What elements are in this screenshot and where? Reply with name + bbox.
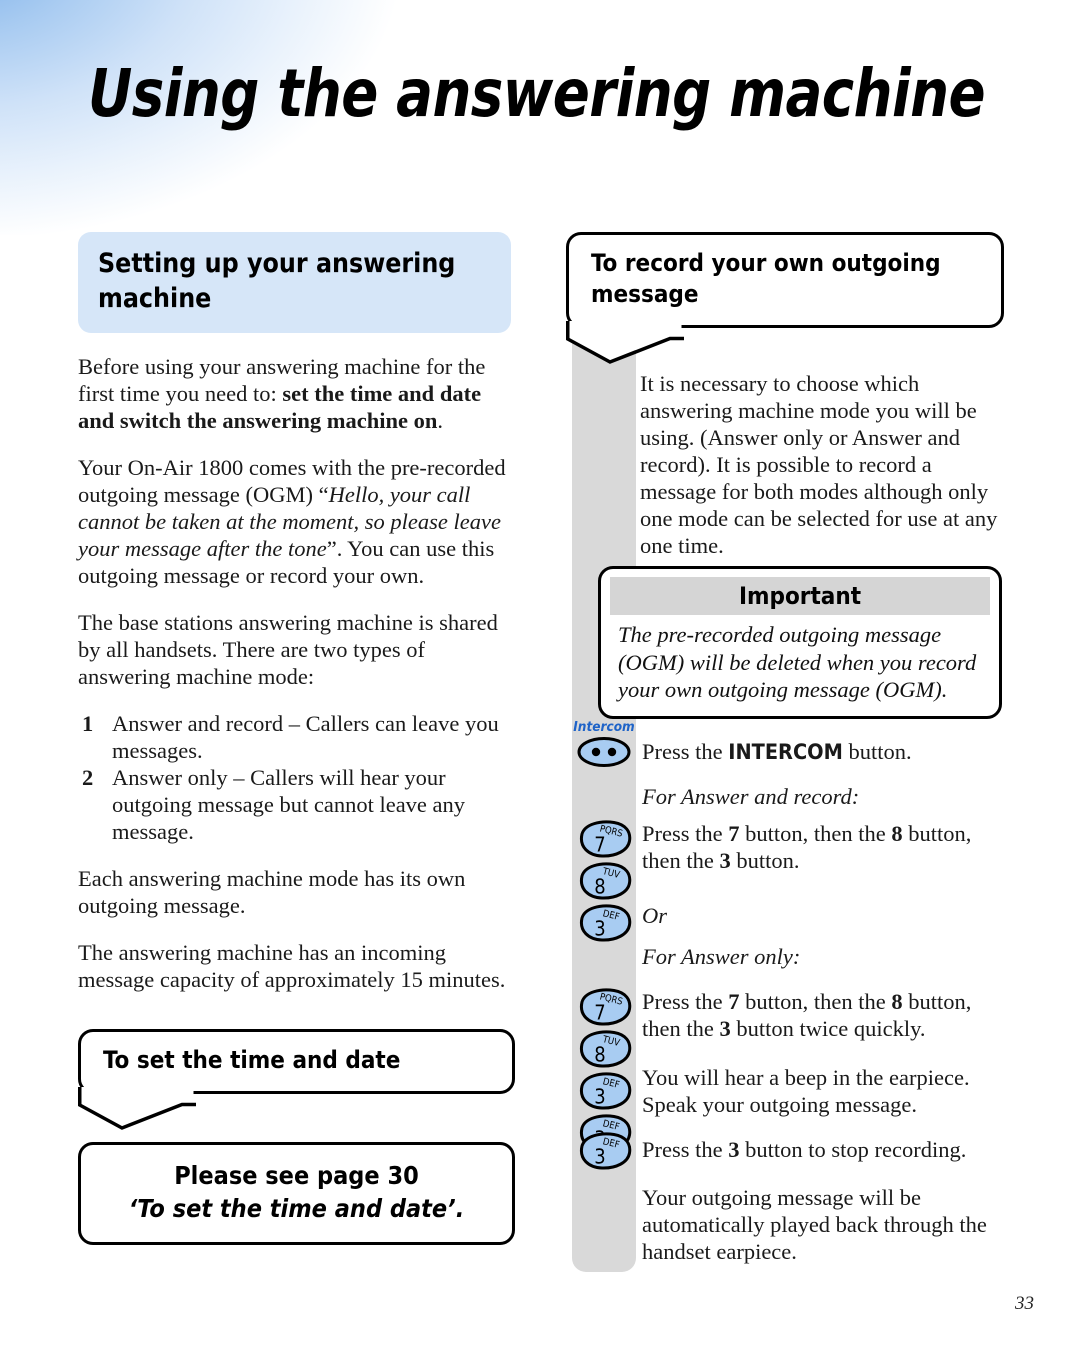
- text-plain: .: [437, 408, 444, 433]
- step-row: Intercom Press the INTERCOM button.: [566, 718, 1006, 777]
- list-item-number: 1: [82, 711, 94, 736]
- key-column: [566, 783, 642, 785]
- step-text: Press the INTERCOM button.: [642, 718, 1006, 766]
- text-plain: Press the: [642, 739, 729, 764]
- left-column: Setting up your answering machine Before…: [77, 232, 515, 1245]
- callout-tail: [77, 1081, 196, 1131]
- step-text: Press the 7 button, then the 8 button, t…: [642, 818, 1006, 874]
- text-key-3: 3: [728, 1137, 740, 1162]
- list-item-label: Answer and record – Callers can leave yo…: [112, 711, 499, 763]
- step-text-or: Or: [642, 903, 668, 928]
- text-plain: button twice quickly.: [730, 1016, 926, 1041]
- answering-mode-list: 1 Answer and record – Callers can leave …: [78, 710, 515, 845]
- step-row: For Answer and record:: [566, 783, 1006, 810]
- paragraph-on-air-1800: Your On-Air 1800 comes with the pre-reco…: [78, 454, 515, 589]
- see-page-box: Please see page 30 ‘To set the time and …: [78, 1142, 515, 1245]
- right-column: To record your own outgoing message It i…: [565, 232, 1006, 559]
- callout-tail: [565, 315, 684, 365]
- keypad-key-8[interactable]: TUV 8: [576, 862, 632, 900]
- text-plain: Press the: [642, 821, 729, 846]
- callout-label: To record your own outgoing message: [591, 249, 941, 308]
- text-key-3: 3: [719, 848, 731, 873]
- step-text-beep: You will hear a beep in the earpiece. Sp…: [642, 1065, 970, 1117]
- step-text: Press the 7 button, then the 8 button, t…: [642, 986, 1006, 1042]
- list-item: 2 Answer only – Callers will hear your o…: [78, 764, 515, 845]
- key-digit: 8: [594, 1043, 605, 1067]
- step-text-playback: Your outgoing message will be automatica…: [642, 1185, 987, 1264]
- key-column: [566, 902, 642, 904]
- key-digit: 7: [594, 833, 605, 857]
- keypad-key-7[interactable]: PQRS 7: [576, 988, 632, 1026]
- step-row: Your outgoing message will be automatica…: [566, 1184, 1006, 1265]
- keypad-key-8[interactable]: TUV 8: [576, 1030, 632, 1068]
- key-column: [566, 1184, 642, 1186]
- step-row: For Answer only:: [566, 943, 1006, 970]
- text-plain: button, then the: [739, 989, 892, 1014]
- key-digit: 8: [594, 875, 605, 899]
- page-title: Using the answering machine: [88, 55, 986, 132]
- step-text: Press the 3 button to stop recording.: [642, 1130, 1006, 1163]
- paragraph-base-stations: The base stations answering machine is s…: [78, 610, 498, 689]
- text-intercom-keyword: INTERCOM: [728, 740, 843, 765]
- callout-to-set-time-and-date: To set the time and date: [77, 1029, 515, 1130]
- callout-label: To set the time and date: [103, 1046, 401, 1074]
- text-plain: button to stop recording.: [739, 1137, 967, 1162]
- step-row: DEF 3 Press the 3 button to stop recordi…: [566, 1130, 1006, 1174]
- intercom-caption: Intercom: [573, 719, 635, 735]
- keypad-key-3-stop[interactable]: DEF 3: [576, 1132, 632, 1170]
- text-key-7: 7: [728, 989, 740, 1014]
- step-text-for-answer-only: For Answer only:: [642, 944, 801, 969]
- important-body-text: The pre-recorded outgoing message (OGM) …: [618, 622, 977, 702]
- text-plain: Press the: [642, 989, 729, 1014]
- keypad-key-7[interactable]: PQRS 7: [576, 820, 632, 858]
- key-column: [566, 943, 642, 945]
- paragraph-each-mode: Each answering machine mode has its own …: [78, 866, 466, 918]
- list-item-label: Answer only – Callers will hear your out…: [112, 765, 466, 844]
- text-plain: Press the: [642, 1137, 729, 1162]
- manual-page: Using the answering machine Setting up y…: [0, 0, 1080, 1347]
- step-text-for-answer-and-record: For Answer and record:: [642, 784, 860, 809]
- key-digit: 7: [594, 1001, 605, 1025]
- text-key-7: 7: [728, 821, 740, 846]
- step-instructions: Intercom Press the INTERCOM button. For …: [566, 718, 1006, 1265]
- see-page-line-2: ‘To set the time and date’.: [128, 1194, 465, 1223]
- paragraph-message-capacity: The answering machine has an incoming me…: [78, 940, 506, 992]
- text-key-8: 8: [891, 821, 903, 846]
- list-item: 1 Answer and record – Callers can leave …: [78, 710, 515, 764]
- section-heading-setting-up: Setting up your answering machine: [78, 232, 511, 333]
- key-column: DEF 3: [566, 1130, 642, 1174]
- key-column: Intercom: [566, 718, 642, 777]
- text-plain: button.: [842, 739, 912, 764]
- intercom-key-icon[interactable]: [576, 735, 632, 773]
- text-key-3: 3: [719, 1016, 731, 1041]
- step-row: Or: [566, 902, 1006, 929]
- important-callout: Important The pre-recorded outgoing mess…: [598, 566, 1002, 719]
- paragraph-choose-mode: It is necessary to choose which answerin…: [640, 371, 998, 558]
- key-column: [566, 1064, 642, 1066]
- list-item-number: 2: [82, 765, 94, 790]
- see-page-line-1: Please see page 30: [174, 1161, 419, 1190]
- important-banner-label: Important: [610, 577, 990, 615]
- step-row: You will hear a beep in the earpiece. Sp…: [566, 1064, 1006, 1118]
- text-plain: button.: [730, 848, 800, 873]
- key-digit: 3: [594, 1145, 605, 1169]
- callout-to-record-own-ogm: To record your own outgoing message: [565, 232, 1004, 364]
- paragraph-before-using: Before using your answering machine for …: [78, 353, 515, 434]
- page-number: 33: [1015, 1293, 1034, 1314]
- text-plain: button, then the: [739, 821, 892, 846]
- text-key-8: 8: [891, 989, 903, 1014]
